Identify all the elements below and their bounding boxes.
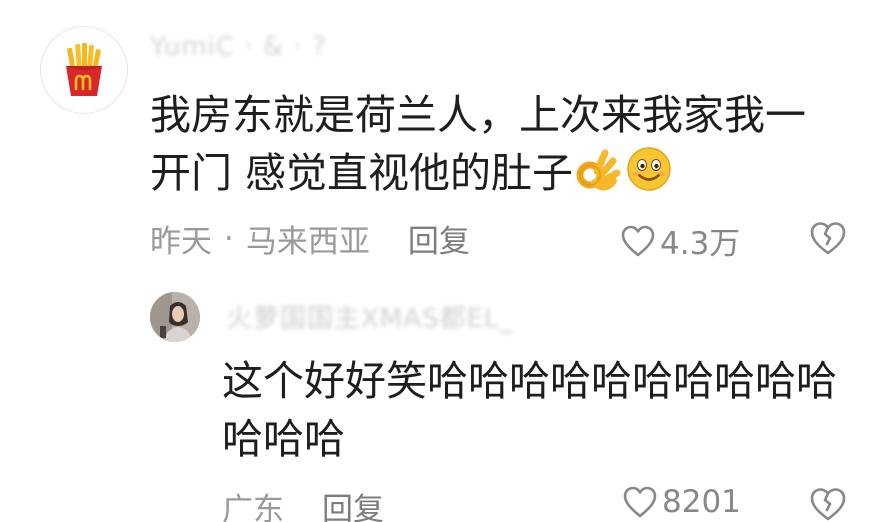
reply-body: 这个好好笑哈哈哈哈哈哈哈哈哈哈 哈哈哈 [222,352,837,468]
comment-time: 昨天 [150,224,212,260]
commenter-username[interactable]: YumiC · & · ? [150,32,327,62]
replier-username[interactable]: 火萝国国主XMAS都EL_ [226,298,513,335]
comment-body: 我房东就是荷兰人，上次来我家我一 开门 感觉直视他的肚子 [150,86,806,208]
reply-like-button[interactable]: 8201 [622,484,741,520]
reply-button[interactable]: 回复 [408,216,470,261]
reply-location: 广东 [222,492,284,522]
reply-reply-button[interactable]: 回复 [322,484,384,522]
profile-photo [150,292,200,342]
fries-logo-icon [66,43,102,96]
dislike-button[interactable] [808,220,848,260]
reply-meta: 广东 回复 [222,484,384,522]
comment-text-line-1: 我房东就是荷兰人，上次来我家我一 [150,91,806,139]
reply-text-line-2: 哈哈哈 [222,415,345,463]
comment-text-line-2-text: 开门 感觉直视他的肚子 [150,149,574,197]
meta-separator: · [224,220,234,257]
comment-location: 马来西亚 [245,224,370,260]
heart-icon [621,225,655,256]
comment-text-line-2: 开门 感觉直视他的肚子 [150,144,806,208]
reply-dislike-button[interactable] [808,486,848,522]
ok-hand-emoji [575,145,623,208]
comment-meta: 昨天 · 马来西亚 回复 [150,216,470,261]
comment-thread: YumiC · & · ? 我房东就是荷兰人，上次来我家我一 开门 感觉直视他的… [0,0,896,522]
reply-like-count: 8201 [662,484,741,520]
replier-avatar[interactable] [150,292,200,342]
like-button[interactable]: 4.3万 [620,218,740,263]
reply-text-line-1: 这个好好笑哈哈哈哈哈哈哈哈哈哈 [222,357,837,405]
smiley-emoji [625,145,673,208]
commenter-avatar[interactable] [40,26,128,114]
like-count: 4.3万 [660,226,741,262]
broken-heart-icon [810,222,846,255]
broken-heart-icon [810,488,846,521]
heart-icon [623,486,657,518]
